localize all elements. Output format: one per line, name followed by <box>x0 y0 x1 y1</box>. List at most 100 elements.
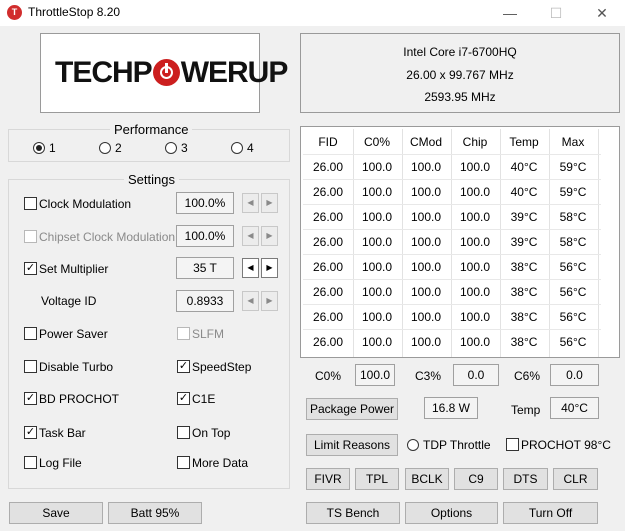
table-cell: 100.0 <box>459 285 491 299</box>
clock-modulation-label: Clock Modulation <box>39 197 132 211</box>
table-cell: 100.0 <box>361 160 393 174</box>
power-saver-checkbox[interactable] <box>24 327 37 340</box>
tdp-throttle-radio[interactable] <box>407 439 419 451</box>
log-file-checkbox[interactable] <box>24 456 37 469</box>
dts-button[interactable]: DTS <box>503 468 548 490</box>
profile-1-radio[interactable] <box>33 142 45 154</box>
title-bar: T ThrottleStop 8.20 — ☐ ✕ <box>0 0 625 26</box>
header-c0: C0% <box>363 135 390 149</box>
task-bar-checkbox[interactable]: ✓ <box>24 426 37 439</box>
table-cell: 38°C <box>510 310 538 324</box>
voltage-id-decrease[interactable]: ◀ <box>242 291 259 311</box>
table-cell: 59°C <box>559 160 587 174</box>
fivr-button[interactable]: FIVR <box>306 468 350 490</box>
minimize-icon[interactable]: — <box>487 0 533 26</box>
chipset-clock-modulation-label: Chipset Clock Modulation <box>39 230 176 244</box>
profile-4-label: 4 <box>247 141 254 155</box>
c0-label: C0% <box>315 369 342 383</box>
power-saver-label: Power Saver <box>39 327 108 341</box>
set-multiplier-checkbox[interactable]: ✓ <box>24 262 37 275</box>
row-divider <box>303 154 601 155</box>
limit-reasons-button[interactable]: Limit Reasons <box>306 434 398 456</box>
prochot-checkbox[interactable] <box>506 438 519 451</box>
table-cell: 39°C <box>510 210 538 224</box>
table-cell: 100.0 <box>459 210 491 224</box>
slfm-checkbox <box>177 327 190 340</box>
clock-modulation-decrease[interactable]: ◀ <box>242 193 259 213</box>
profile-3-label: 3 <box>181 141 188 155</box>
table-cell: 58°C <box>559 235 587 249</box>
row-divider <box>303 304 601 305</box>
disable-turbo-checkbox[interactable] <box>24 360 37 373</box>
settings-title: Settings <box>124 172 179 187</box>
table-cell: 100.0 <box>410 235 442 249</box>
voltage-id-increase[interactable]: ▶ <box>261 291 278 311</box>
table-cell: 59°C <box>559 185 587 199</box>
table-cell: 26.00 <box>312 210 344 224</box>
on-top-checkbox[interactable] <box>177 426 190 439</box>
profile-4-radio[interactable] <box>231 142 243 154</box>
bclk-button[interactable]: BCLK <box>405 468 449 490</box>
clr-button[interactable]: CLR <box>553 468 598 490</box>
profile-1-label: 1 <box>49 141 56 155</box>
table-cell: 100.0 <box>410 185 442 199</box>
table-cell: 26.00 <box>312 260 344 274</box>
table-cell: 40°C <box>510 185 538 199</box>
turn-off-button[interactable]: Turn Off <box>503 502 598 524</box>
package-power-button[interactable]: Package Power <box>306 398 398 420</box>
batt-button[interactable]: Batt 95% <box>108 502 202 524</box>
clock-modulation-checkbox[interactable] <box>24 197 37 210</box>
set-multiplier-label: Set Multiplier <box>39 262 109 276</box>
header-temp: Temp <box>509 135 539 149</box>
cpu-info-panel: Intel Core i7-6700HQ 26.00 x 99.767 MHz … <box>300 33 620 113</box>
c3-value: 0.0 <box>453 364 499 386</box>
header-chip: Chip <box>462 135 488 149</box>
table-cell: 100.0 <box>361 210 393 224</box>
set-multiplier-decrease[interactable]: ◀ <box>242 258 259 278</box>
app-icon: T <box>7 5 22 20</box>
table-cell: 26.00 <box>312 285 344 299</box>
speedstep-checkbox[interactable]: ✓ <box>177 360 190 373</box>
task-bar-label: Task Bar <box>39 426 86 440</box>
table-cell: 100.0 <box>410 285 442 299</box>
ts-bench-button[interactable]: TS Bench <box>306 502 400 524</box>
table-cell: 100.0 <box>410 160 442 174</box>
table-cell: 100.0 <box>361 185 393 199</box>
table-cell: 100.0 <box>459 185 491 199</box>
table-cell: 100.0 <box>361 235 393 249</box>
row-divider <box>303 254 601 255</box>
c0-value: 100.0 <box>355 364 395 386</box>
more-data-checkbox[interactable] <box>177 456 190 469</box>
table-cell: 26.00 <box>312 335 344 349</box>
tpl-button[interactable]: TPL <box>355 468 399 490</box>
techpowerup-logo[interactable]: TECHP WERUP <box>40 33 288 113</box>
profile-2-radio[interactable] <box>99 142 111 154</box>
table-cell: 26.00 <box>312 235 344 249</box>
bd-prochot-checkbox[interactable]: ✓ <box>24 392 37 405</box>
c1e-checkbox[interactable]: ✓ <box>177 392 190 405</box>
set-multiplier-increase[interactable]: ▶ <box>261 258 278 278</box>
save-button[interactable]: Save <box>9 502 103 524</box>
package-power-value: 16.8 W <box>424 397 478 419</box>
close-icon[interactable]: ✕ <box>579 0 625 26</box>
voltage-id-value: 0.8933 <box>176 290 234 312</box>
table-cell: 39°C <box>510 235 538 249</box>
c6-label: C6% <box>514 369 541 383</box>
voltage-id-label: Voltage ID <box>41 294 97 308</box>
table-cell: 100.0 <box>410 260 442 274</box>
temp-label: Temp <box>511 403 541 417</box>
prochot-label: PROCHOT 98°C <box>521 438 611 452</box>
row-divider <box>303 329 601 330</box>
options-button[interactable]: Options <box>405 502 498 524</box>
c1e-label: C1E <box>192 392 216 406</box>
table-cell: 100.0 <box>459 260 491 274</box>
c9-button[interactable]: C9 <box>454 468 498 490</box>
table-cell: 26.00 <box>312 160 344 174</box>
profile-3-radio[interactable] <box>165 142 177 154</box>
table-cell: 26.00 <box>312 310 344 324</box>
window-title: ThrottleStop 8.20 <box>28 5 121 19</box>
table-cell: 38°C <box>510 285 538 299</box>
clock-modulation-increase[interactable]: ▶ <box>261 193 278 213</box>
row-divider <box>303 204 601 205</box>
c3-label: C3% <box>415 369 442 383</box>
